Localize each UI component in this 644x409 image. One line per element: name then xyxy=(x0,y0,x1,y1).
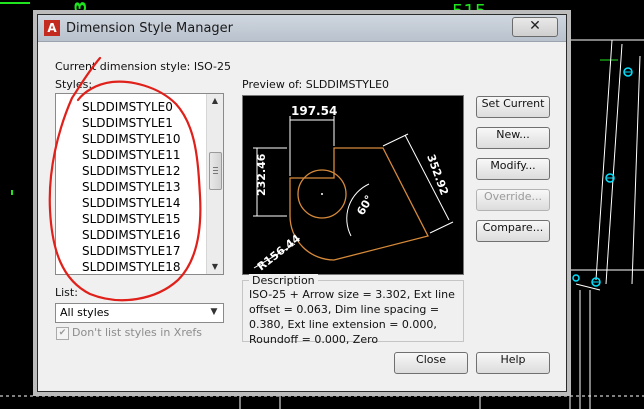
chevron-down-icon: ▼ xyxy=(210,307,218,317)
style-list-item[interactable]: SLDDIMSTYLE16 xyxy=(82,228,181,242)
new-button[interactable]: New... xyxy=(476,127,550,149)
title-bar[interactable]: A Dimension Style Manager ✕ xyxy=(38,15,566,42)
xref-checkbox-label: Don't list styles in Xrefs xyxy=(72,326,202,339)
list-filter-dropdown[interactable]: All styles ▼ xyxy=(55,303,224,323)
description-group: Description ISO-25 + Arrow size = 3.302,… xyxy=(242,274,464,346)
style-list-item[interactable]: SLDDIMSTYLE14 xyxy=(82,196,181,210)
style-list-item[interactable]: SLDDIMSTYLE10 xyxy=(82,132,181,146)
checkmark-icon: ✔ xyxy=(58,328,67,338)
style-list-item[interactable]: SLDDIMSTYLE0 xyxy=(82,100,173,114)
autocad-app-icon: A xyxy=(44,20,60,36)
preview-angle-dim: 60° xyxy=(354,193,376,218)
style-list-item[interactable]: SLDDIMSTYLE18 xyxy=(82,260,181,274)
styles-label: Styles: xyxy=(55,78,93,91)
preview-height-dim: 232.46 xyxy=(255,153,268,196)
close-icon: ✕ xyxy=(529,18,541,34)
style-list-item[interactable]: SLDDIMSTYLE15 xyxy=(82,212,181,226)
window-title: Dimension Style Manager xyxy=(66,21,234,36)
styles-list: SLDDIMSTYLE0 SLDDIMSTYLE1 SLDDIMSTYLE10 SLD… xyxy=(56,94,206,274)
preview-drawing: 197.54 232.46 352.92 60° R156.44 xyxy=(253,104,454,274)
list-label: List: xyxy=(55,286,78,299)
style-list-item[interactable]: SLDDIMSTYLE11 xyxy=(82,148,181,162)
set-current-button[interactable]: Set Current xyxy=(476,96,550,118)
close-button[interactable]: Close xyxy=(394,352,468,374)
preview-width-dim: 197.54 xyxy=(291,104,337,118)
style-list-item[interactable]: SLDDIMSTYLE12 xyxy=(82,164,181,178)
close-window-button[interactable]: ✕ xyxy=(512,17,558,37)
scroll-thumb[interactable] xyxy=(209,152,222,190)
override-button[interactable]: Override... xyxy=(476,189,550,211)
styles-listbox[interactable]: SLDDIMSTYLE0 SLDDIMSTYLE1 SLDDIMSTYLE10 SLD… xyxy=(55,93,224,275)
current-dimension-style-label: Current dimension style: ISO-25 xyxy=(55,60,232,73)
scroll-up-arrow-icon[interactable]: ▲ xyxy=(207,94,223,108)
description-text: ISO-25 + Arrow size = 3.302, Ext line of… xyxy=(249,288,455,346)
dimension-preview: 197.54 232.46 352.92 60° R156.44 xyxy=(242,95,464,275)
background-side-text: 36 xyxy=(71,0,90,12)
description-legend: Description xyxy=(249,274,318,287)
style-list-item[interactable]: SLDDIMSTYLE1 xyxy=(82,116,173,130)
preview-slant-dim: 352.92 xyxy=(424,153,451,197)
preview-label: Preview of: SLDDIMSTYLE0 xyxy=(242,78,390,91)
dimension-style-manager-dialog: A Dimension Style Manager ✕ Current dime… xyxy=(37,14,567,392)
list-filter-value: All styles xyxy=(60,306,110,319)
style-list-item[interactable]: SLDDIMSTYLE13 xyxy=(82,180,181,194)
styles-scrollbar[interactable]: ▲ ▼ xyxy=(206,94,223,274)
scroll-down-arrow-icon[interactable]: ▼ xyxy=(207,260,223,274)
modify-button[interactable]: Modify... xyxy=(476,158,550,180)
xref-checkbox[interactable]: ✔ xyxy=(56,327,69,340)
style-list-item[interactable]: SLDDIMSTYLE17 xyxy=(82,244,181,258)
preview-radius-dim: R156.44 xyxy=(255,232,303,274)
compare-button[interactable]: Compare... xyxy=(476,220,550,242)
help-button[interactable]: Help xyxy=(476,352,550,374)
